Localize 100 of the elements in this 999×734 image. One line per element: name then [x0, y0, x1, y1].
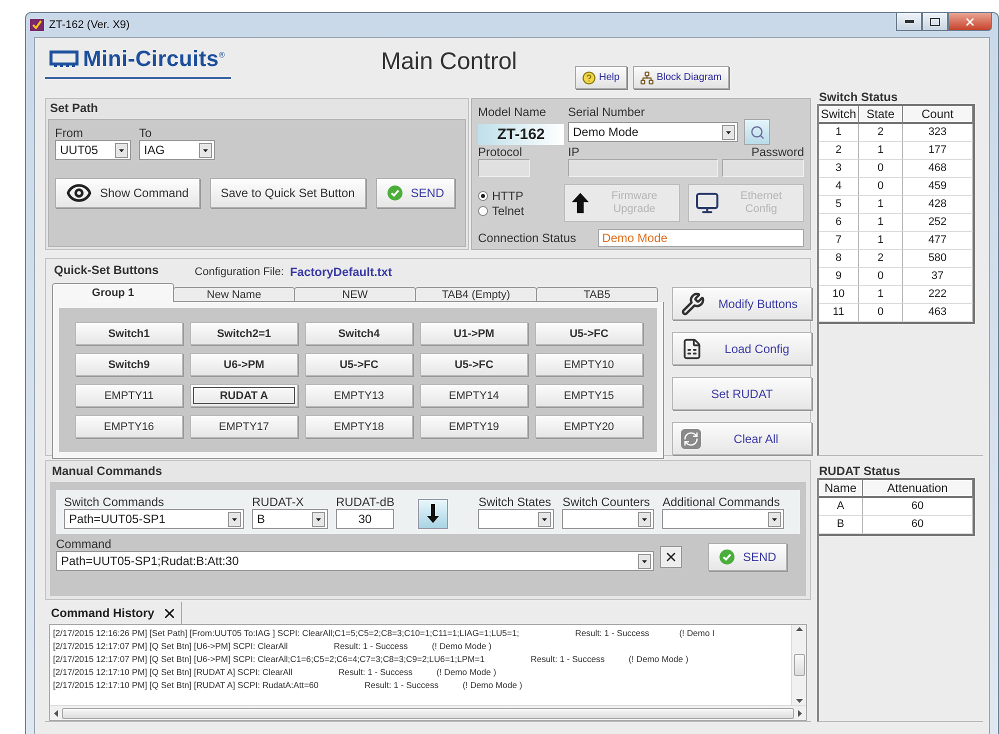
clear-button[interactable] — [660, 546, 682, 568]
scrollbar-thumb[interactable] — [62, 708, 794, 718]
tab-title: Command History — [51, 606, 154, 620]
history-result: Result: 1 - Success — [334, 640, 408, 653]
dropdown[interactable]: UUT05 — [55, 140, 131, 160]
tab[interactable]: TAB5 — [536, 287, 658, 302]
quick-set-button[interactable]: U1->PM — [420, 322, 528, 345]
tab[interactable]: New Name — [173, 287, 295, 302]
quick-set-button[interactable]: Switch9 — [75, 353, 183, 376]
action-button[interactable]: Clear All — [672, 422, 812, 455]
quick-set-button[interactable]: U5->FC — [420, 353, 528, 376]
table-cell: 323 — [903, 124, 973, 142]
scroll-up-icon[interactable] — [796, 627, 802, 631]
table-cell: 2 — [859, 250, 903, 268]
dropdown[interactable] — [562, 509, 654, 529]
password-field[interactable] — [722, 159, 804, 177]
history-result: Result: 1 - Success — [530, 653, 605, 666]
quick-set-button[interactable]: EMPTY15 — [535, 384, 643, 407]
field-label: RUDAT-X — [252, 495, 305, 509]
minimize-button[interactable] — [896, 13, 922, 31]
minimize-icon — [904, 20, 914, 23]
field-label: Protocol — [478, 145, 524, 159]
search-button[interactable] — [744, 119, 770, 145]
quick-set-button[interactable]: EMPTY10 — [535, 353, 643, 376]
save-button[interactable]: Save to Quick Set Button — [210, 178, 366, 208]
dropdown[interactable]: Demo Mode — [568, 122, 738, 142]
table-cell: 0 — [859, 178, 903, 196]
quick-set-button[interactable]: Switch4 — [305, 322, 413, 345]
column-header: Switch — [819, 106, 859, 124]
radio-button[interactable] — [478, 206, 488, 216]
dropdown[interactable] — [662, 509, 784, 529]
table-cell: 6 — [819, 214, 859, 232]
history-note: (! Demo Mode ) — [432, 640, 492, 653]
quick-set-button[interactable]: EMPTY20 — [535, 415, 643, 438]
quick-set-button[interactable]: EMPTY16 — [75, 415, 183, 438]
dropdown[interactable]: IAG — [139, 140, 215, 160]
action-button[interactable]: Modify Buttons — [672, 287, 812, 320]
table-cell: 3 — [819, 160, 859, 178]
table-cell: 459 — [903, 178, 973, 196]
dropdown[interactable]: Path=UUT05-SP1 — [64, 509, 244, 529]
history-note: (! Demo Mode ) — [462, 679, 522, 692]
tab[interactable]: TAB4 (Empty) — [415, 287, 537, 302]
tab[interactable]: NEW — [294, 287, 416, 302]
caret-icon — [199, 142, 212, 158]
action-button[interactable]: Set RUDAT — [672, 377, 812, 410]
scroll-right-icon[interactable] — [798, 710, 802, 716]
help-button[interactable]: Help — [575, 66, 627, 89]
table-cell: 1 — [859, 142, 903, 160]
app-icon — [30, 19, 44, 31]
quick-set-button[interactable]: EMPTY18 — [305, 415, 413, 438]
close-icon — [664, 550, 678, 564]
block-diagram-button[interactable]: Block Diagram — [632, 66, 729, 89]
protocol-field[interactable] — [478, 159, 530, 177]
quick-set-button[interactable]: RUDAT A — [190, 384, 298, 407]
history-entry: [2/17/2015 12:16:26 PM] [Set Path] [From:UUT05 To:IAG ] SCPI: ClearAll;C1=5;C5=2;C8=3;C10=1;C11=1;LIAG=1;LU5=1; — [53, 627, 520, 640]
scroll-down-icon[interactable] — [796, 699, 802, 703]
action-button[interactable]: Load Config — [672, 332, 812, 365]
scrollbar-thumb[interactable] — [794, 654, 804, 676]
caret-icon — [538, 512, 552, 526]
arrow-down-icon — [426, 504, 440, 524]
quick-set-button[interactable]: U5->FC — [535, 322, 643, 345]
scroll-left-icon[interactable] — [54, 710, 58, 716]
dropdown[interactable]: B — [252, 509, 328, 529]
dropdown[interactable] — [478, 509, 554, 529]
history-result: Result: 1 - Success — [338, 666, 412, 679]
tab[interactable]: Group 1 — [52, 283, 174, 302]
logo-text: Mini-Circuits$^{®}$ — [83, 46, 225, 72]
send-button[interactable]: SEND — [376, 178, 456, 208]
show-command-button[interactable]: Show Command — [55, 178, 200, 208]
table-cell: 0 — [859, 160, 903, 178]
quick-set-button[interactable]: U5->FC — [305, 353, 413, 376]
field-label: To — [139, 126, 153, 140]
field-label: Additional Commands — [662, 495, 781, 509]
quick-set-button[interactable]: EMPTY19 — [420, 415, 528, 438]
quick-set-button[interactable]: EMPTY11 — [75, 384, 183, 407]
maximize-button[interactable] — [922, 13, 948, 31]
quick-set-button[interactable]: EMPTY17 — [190, 415, 298, 438]
input-field[interactable]: 30 — [336, 509, 394, 529]
quick-set-button[interactable]: Switch1 — [75, 322, 183, 345]
vertical-scrollbar[interactable] — [791, 625, 806, 705]
close-button[interactable] — [948, 13, 992, 31]
file-icon — [681, 338, 703, 360]
insert-button[interactable] — [418, 499, 448, 529]
quick-set-button[interactable]: Switch2=1 — [190, 322, 298, 345]
table-cell: 37 — [903, 268, 973, 286]
horizontal-scrollbar[interactable] — [50, 705, 806, 720]
quick-set-button[interactable]: EMPTY14 — [420, 384, 528, 407]
quick-set-button[interactable]: U6->PM — [190, 353, 298, 376]
history-note: (! Demo Mode ) — [436, 666, 496, 679]
table-cell: 8 — [819, 250, 859, 268]
check-icon — [719, 549, 735, 565]
ip-field[interactable] — [568, 159, 718, 177]
send-button[interactable]: SEND — [708, 543, 788, 571]
field-label: RUDAT-dB — [336, 495, 394, 509]
dropdown[interactable]: Path=UUT05-SP1;Rudat:B:Att:30 — [56, 551, 654, 571]
radio-button[interactable] — [478, 190, 488, 200]
arrow-up-icon — [571, 190, 590, 216]
field-label: IP — [568, 145, 580, 159]
table-cell: 177 — [903, 142, 973, 160]
quick-set-button[interactable]: EMPTY13 — [305, 384, 413, 407]
